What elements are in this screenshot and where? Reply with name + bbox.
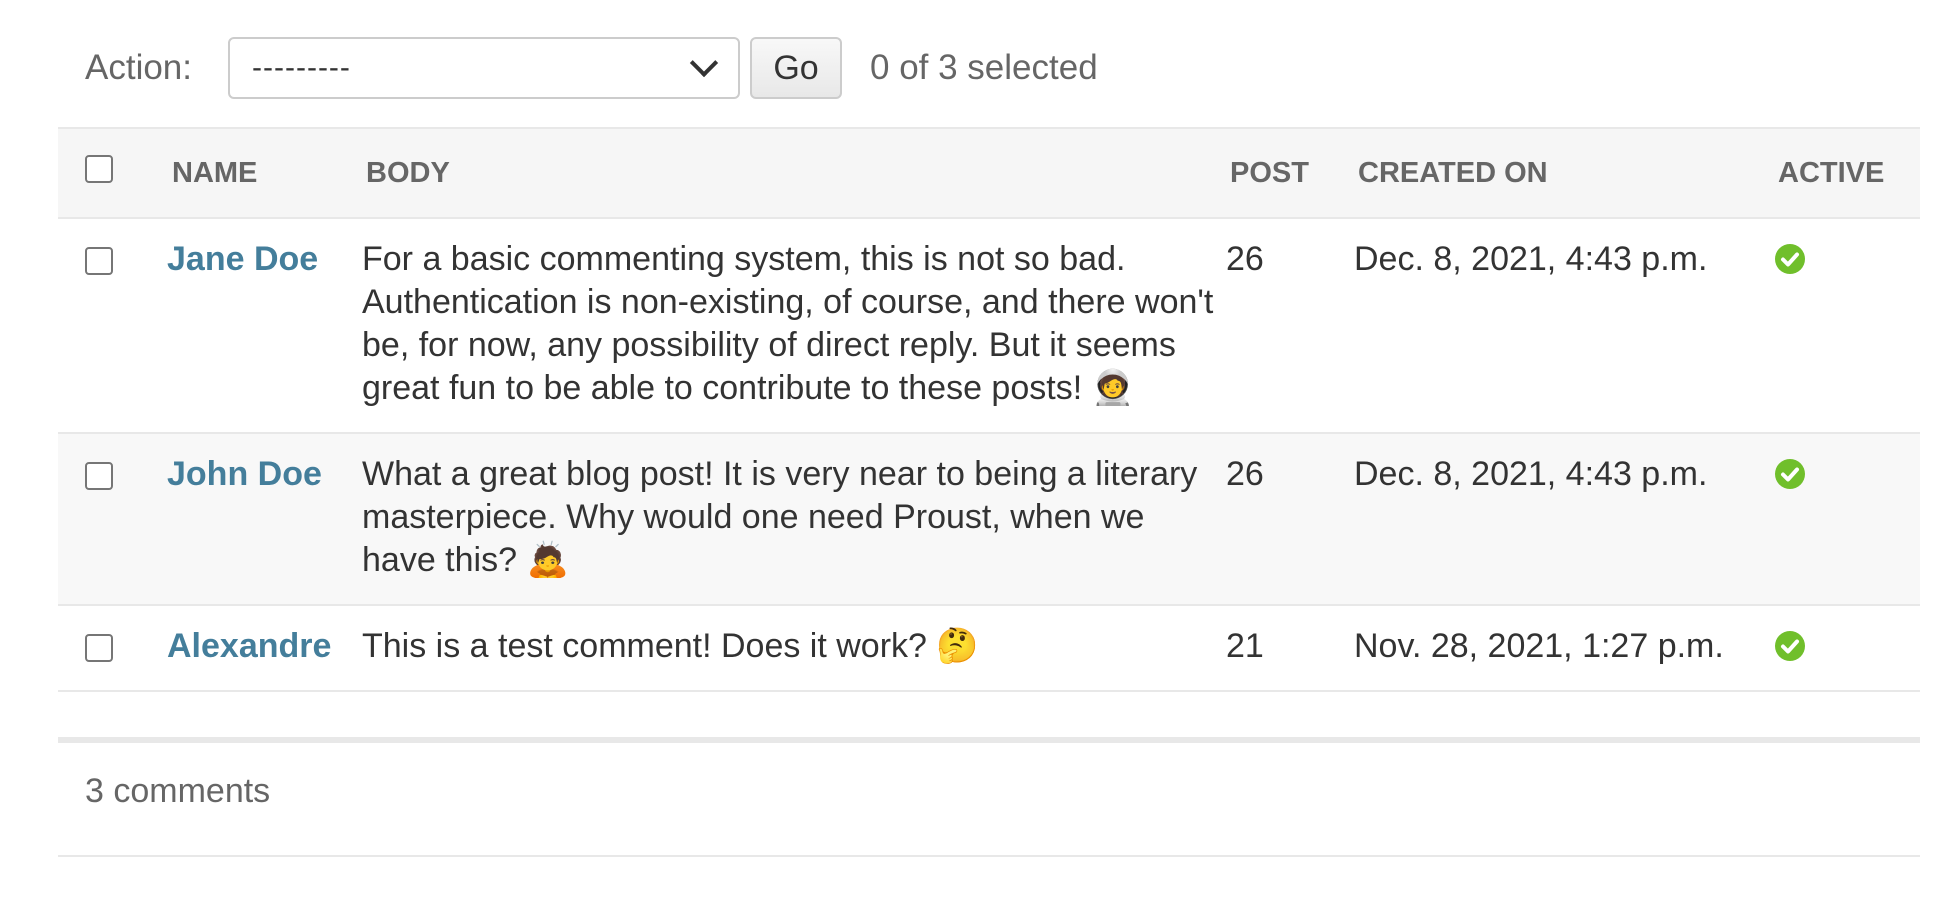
row-select-cell <box>58 218 144 433</box>
column-header-active[interactable]: ACTIVE <box>1772 127 1920 219</box>
results-table: NAME BODY POST CREATED ON ACTIVE Jane Do… <box>58 127 1920 692</box>
post-cell: 21 <box>1226 627 1264 665</box>
check-circle-icon <box>1775 631 1805 661</box>
created-on-cell: Dec. 8, 2021, 4:43 p.m. <box>1354 455 1708 493</box>
action-select-value: --------- <box>252 51 351 84</box>
check-circle-icon <box>1775 459 1805 489</box>
actions-bar: Action: --------- Go 0 of 3 selected <box>58 36 1920 100</box>
go-button[interactable]: Go <box>750 37 842 99</box>
column-header-body[interactable]: BODY <box>362 127 1222 219</box>
bottom-divider <box>58 855 1920 857</box>
body-cell: What a great blog post! It is very near … <box>362 455 1198 579</box>
select-all-checkbox[interactable] <box>85 155 113 183</box>
active-cell <box>1772 218 1920 433</box>
name-cell: John Doe <box>144 433 362 605</box>
active-cell <box>1772 433 1920 605</box>
created-on-cell: Dec. 8, 2021, 4:43 p.m. <box>1354 240 1708 278</box>
comment-name-link[interactable]: John Doe <box>167 455 322 493</box>
body-cell: This is a test comment! Does it work? 🤔 <box>362 627 979 665</box>
select-all-header <box>58 127 144 219</box>
active-cell <box>1772 605 1920 691</box>
row-select-cell <box>58 605 144 691</box>
row-select-cell <box>58 433 144 605</box>
created-on-cell: Nov. 28, 2021, 1:27 p.m. <box>1354 627 1724 665</box>
post-cell: 26 <box>1226 240 1264 278</box>
table-footer-divider <box>58 737 1920 743</box>
action-label: Action: <box>85 48 192 87</box>
results-table-wrapper: NAME BODY POST CREATED ON ACTIVE Jane Do… <box>58 127 1920 692</box>
check-circle-icon <box>1775 244 1805 274</box>
table-row: Alexandre This is a test comment! Does i… <box>58 605 1920 691</box>
paginator-count: 3 comments <box>85 772 271 810</box>
comment-name-link[interactable]: Jane Doe <box>167 240 318 278</box>
comment-name-link[interactable]: Alexandre <box>167 627 331 665</box>
row-checkbox[interactable] <box>85 462 113 490</box>
chevron-down-icon <box>689 48 719 78</box>
row-checkbox[interactable] <box>85 247 113 275</box>
name-cell: Jane Doe <box>144 218 362 433</box>
table-row: John Doe What a great blog post! It is v… <box>58 433 1920 605</box>
column-header-name[interactable]: NAME <box>144 127 362 219</box>
table-row: Jane Doe For a basic commenting system, … <box>58 218 1920 433</box>
column-header-post[interactable]: POST <box>1222 127 1352 219</box>
name-cell: Alexandre <box>144 605 362 691</box>
body-cell: For a basic commenting system, this is n… <box>362 240 1214 407</box>
action-select[interactable]: --------- <box>228 37 740 99</box>
column-header-created-on[interactable]: CREATED ON <box>1352 127 1772 219</box>
row-checkbox[interactable] <box>85 634 113 662</box>
table-header: NAME BODY POST CREATED ON ACTIVE <box>58 127 1920 219</box>
table-body: Jane Doe For a basic commenting system, … <box>58 218 1920 691</box>
selected-count: 0 of 3 selected <box>870 48 1098 87</box>
post-cell: 26 <box>1226 455 1264 493</box>
changelist-page: Action: --------- Go 0 of 3 selected NAM… <box>0 0 1952 920</box>
